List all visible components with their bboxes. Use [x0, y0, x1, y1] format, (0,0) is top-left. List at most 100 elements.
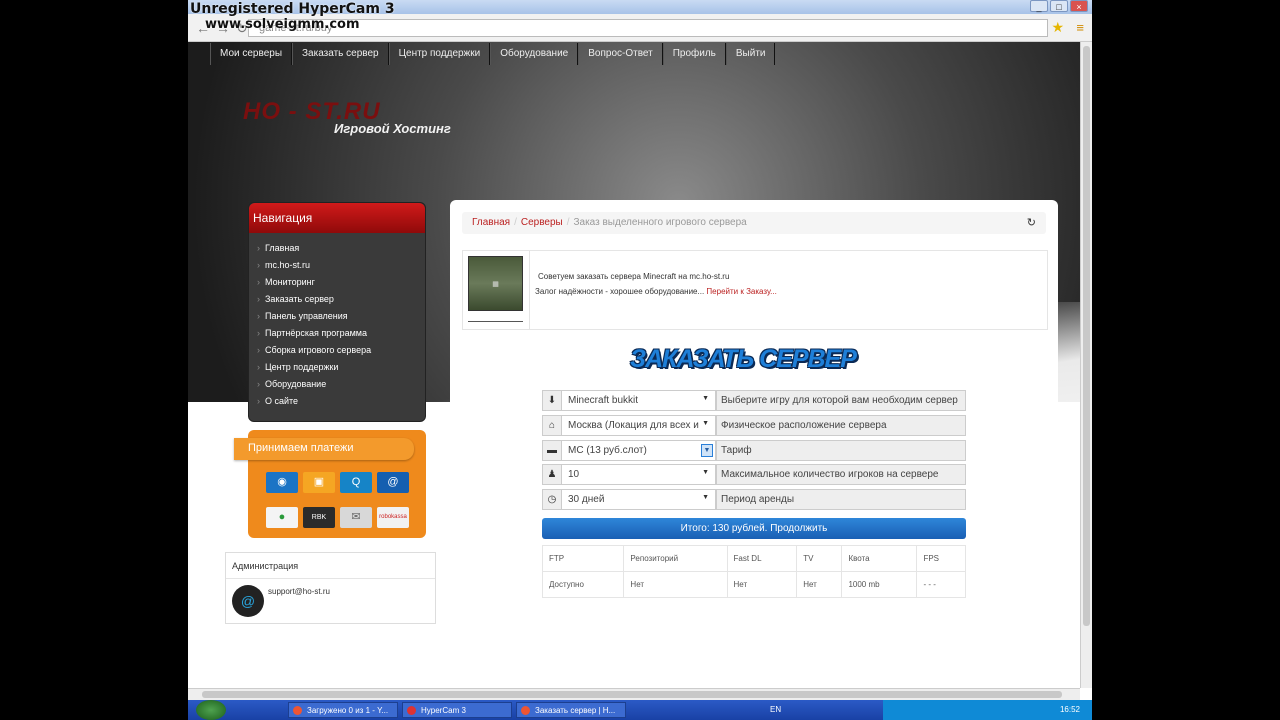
- order-title: ЗАКАЗАТЬ СЕРВЕР: [630, 345, 857, 373]
- period-select-value: 30 дней: [568, 494, 605, 506]
- breadcrumb: Главная / Серверы / Заказ выделенного игрово…: [462, 212, 1046, 234]
- chevron-down-icon: ▼: [702, 419, 709, 427]
- language-indicator[interactable]: EN: [770, 705, 781, 714]
- sidebar-item-control-panel[interactable]: Панель управления: [265, 311, 425, 328]
- topnav-profile[interactable]: Профиль: [662, 43, 726, 65]
- sidebar-item-mc[interactable]: mc.ho-st.ru: [265, 260, 425, 277]
- sidebar-item-support[interactable]: Центр поддержки: [265, 362, 425, 379]
- sidebar-navigation: Навигация Главная mc.ho-st.ru Мониторинг…: [248, 202, 426, 422]
- close-button[interactable]: ×: [1070, 0, 1088, 12]
- hypercam-icon: [407, 706, 416, 715]
- rbk-money-icon[interactable]: RBK: [303, 507, 335, 528]
- promo-text-2: Залог надёжности - хорошее оборудование.…: [535, 287, 777, 296]
- taskbar-item-label: Загружено 0 из 1 - Y...: [307, 706, 389, 715]
- tariff-label: Тариф: [716, 439, 966, 461]
- start-button[interactable]: [196, 700, 226, 720]
- qiwi-icon[interactable]: Q: [340, 472, 372, 493]
- form-row-tariff: ▬ МС (13 руб.слот) ▼ Тариф: [542, 439, 966, 461]
- game-select-value: Minecraft bukkit: [568, 395, 639, 406]
- spec-header: FTP: [541, 545, 625, 572]
- payment-icons: ◉ ▣ Q @ ● RBK ✉ robokassa: [266, 472, 416, 528]
- spec-header: Репозиторий: [623, 545, 728, 572]
- taskbar-item-download[interactable]: Загружено 0 из 1 - Y...: [288, 702, 398, 718]
- taskbar-item-hypercam[interactable]: HyperCam 3: [402, 702, 512, 718]
- total-continue-button[interactable]: Итого: 130 рублей. Продолжить: [542, 518, 966, 539]
- spec-value: Нет: [623, 571, 728, 598]
- game-select[interactable]: Minecraft bukkit ▼: [561, 390, 716, 411]
- game-label: Выберите игру для которой вам необходим …: [716, 390, 966, 411]
- topnav-logout[interactable]: Выйти: [725, 43, 776, 65]
- topnav-order-server[interactable]: Заказать сервер: [292, 43, 389, 65]
- browser-menu-icon[interactable]: ≡: [1076, 20, 1084, 35]
- bank-transfer-icon[interactable]: ✉: [340, 507, 372, 528]
- breadcrumb-home[interactable]: Главная: [472, 217, 510, 228]
- location-select[interactable]: Москва (Локация для всех и ▼: [561, 414, 716, 436]
- location-select-value: Москва (Локация для всех и: [568, 419, 699, 431]
- payments-panel: Принимаем платежи ◉ ▣ Q @ ● RBK ✉ robokassa: [234, 430, 426, 538]
- spec-header: Fast DL: [726, 545, 798, 572]
- screen: _ □ × ←→↻ game-st.ru/buy ★ ≡ Мои серверы…: [188, 0, 1092, 720]
- topnav-my-servers[interactable]: Мои серверы: [210, 43, 293, 65]
- promo-order-link[interactable]: Перейти к Заказу...: [706, 287, 776, 296]
- topnav-faq[interactable]: Вопрос-Ответ: [578, 43, 663, 65]
- window-controls: _ □ ×: [1030, 0, 1088, 12]
- tariff-select-value: МС (13 руб.слот): [568, 444, 647, 456]
- vertical-scrollbar[interactable]: [1080, 42, 1092, 688]
- chrome-icon: [521, 706, 530, 715]
- sidebar-item-home[interactable]: Главная: [265, 243, 425, 260]
- breadcrumb-current: Заказ выделенного игрового сервера: [573, 217, 747, 228]
- spec-header: FPS: [916, 545, 966, 572]
- yandex-money-icon[interactable]: ▣: [303, 472, 335, 493]
- sidebar-item-about[interactable]: О сайте: [265, 396, 425, 413]
- home-icon: ⌂: [542, 414, 562, 436]
- payments-title: Принимаем платежи: [234, 438, 414, 460]
- topnav-hardware[interactable]: Оборудование: [490, 43, 579, 65]
- order-form: ⬇ Minecraft bukkit ▼ Выберите игру для ко…: [542, 390, 966, 514]
- form-row-game: ⬇ Minecraft bukkit ▼ Выберите игру для ко…: [542, 390, 966, 411]
- site-tagline: Игровой Хостинг: [334, 121, 451, 136]
- spec-header: TV: [796, 545, 843, 572]
- chrome-icon: [293, 706, 302, 715]
- specs-table: FTP Репозиторий Fast DL TV Квота FPS Дос…: [541, 545, 966, 598]
- chevron-down-icon: ▼: [702, 395, 709, 402]
- chevron-down-icon: ▼: [701, 443, 713, 457]
- minimize-button[interactable]: _: [1030, 0, 1048, 12]
- topnav-support[interactable]: Центр поддержки: [388, 43, 491, 65]
- top-navigation: Мои серверы Заказать сервер Центр поддер…: [210, 43, 776, 65]
- promo-text-2-body: Залог надёжности - хорошее оборудование.…: [535, 287, 705, 296]
- chevron-down-icon: ▼: [702, 494, 709, 502]
- sidebar-item-partner[interactable]: Партнёрская программа: [265, 328, 425, 345]
- support-avatar-icon: @: [232, 585, 264, 617]
- bookmark-star-icon[interactable]: ★: [1051, 19, 1064, 36]
- sidebar-title: Навигация: [249, 203, 425, 233]
- sidebar-item-hardware[interactable]: Оборудование: [265, 379, 425, 396]
- main-panel: Главная / Серверы / Заказ выделенного игрово…: [450, 200, 1058, 650]
- sidebar-item-build[interactable]: Сборка игрового сервера: [265, 345, 425, 362]
- table-row: Доступно Нет Нет Нет 1000 mb - - -: [541, 571, 966, 598]
- taskbar-item-label: Заказать сервер | H...: [535, 706, 616, 715]
- breadcrumb-servers[interactable]: Серверы: [521, 217, 563, 228]
- url-field[interactable]: game-st.ru/buy: [248, 19, 1048, 37]
- sberbank-icon[interactable]: ●: [266, 507, 298, 528]
- maximize-button[interactable]: □: [1050, 0, 1068, 12]
- clock[interactable]: 16:52: [1060, 705, 1080, 714]
- form-row-period: ◷ 30 дней ▼ Период аренды: [542, 489, 966, 511]
- mailru-money-icon[interactable]: @: [377, 472, 409, 493]
- sidebar-item-monitoring[interactable]: Мониторинг: [265, 277, 425, 294]
- form-row-slots: ♟ 10 ▼ Максимальное количество игроков на…: [542, 464, 966, 486]
- sidebar-item-order[interactable]: Заказать сервер: [265, 294, 425, 311]
- webmoney-icon[interactable]: ◉: [266, 472, 298, 493]
- support-email[interactable]: support@ho-st.ru: [268, 587, 330, 596]
- horizontal-scrollbar[interactable]: [188, 688, 1080, 700]
- spec-value: Нет: [726, 571, 798, 598]
- watermark-url: www.solveigmm.com: [205, 17, 360, 32]
- system-tray: 16:52: [883, 700, 1092, 720]
- slots-select-value: 10: [568, 469, 580, 481]
- robokassa-icon[interactable]: robokassa: [377, 507, 409, 528]
- minecraft-thumbnail[interactable]: ▦: [468, 256, 523, 311]
- slots-select[interactable]: 10 ▼: [561, 464, 716, 486]
- taskbar-item-browser[interactable]: Заказать сервер | H...: [516, 702, 626, 718]
- period-select[interactable]: 30 дней ▼: [561, 489, 716, 511]
- tariff-select[interactable]: МС (13 руб.слот) ▼: [561, 439, 716, 461]
- refresh-icon[interactable]: ↻: [1027, 216, 1036, 229]
